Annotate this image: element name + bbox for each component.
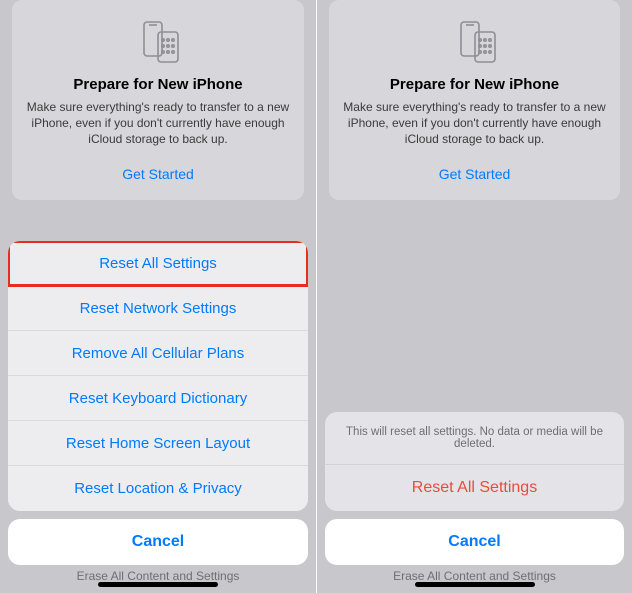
background-row-peek: Erase All Content and Settings bbox=[8, 569, 308, 583]
confirm-box: This will reset all settings. No data or… bbox=[325, 412, 624, 511]
devices-icon bbox=[26, 18, 290, 66]
reset-location-privacy-option[interactable]: Reset Location & Privacy bbox=[8, 466, 308, 511]
prepare-title: Prepare for New iPhone bbox=[26, 76, 290, 93]
reset-options-list: Reset All Settings Reset Network Setting… bbox=[8, 241, 308, 511]
cancel-label: Cancel bbox=[132, 533, 184, 551]
reset-action-sheet: Reset All Settings Reset Network Setting… bbox=[0, 241, 316, 593]
option-label: Reset All Settings bbox=[99, 255, 217, 272]
devices-icon bbox=[343, 18, 606, 66]
get-started-link[interactable]: Get Started bbox=[26, 166, 290, 182]
option-label: Reset Home Screen Layout bbox=[66, 435, 250, 452]
option-label: Reset Network Settings bbox=[80, 300, 237, 317]
confirm-action-sheet: This will reset all settings. No data or… bbox=[317, 412, 632, 593]
prepare-body: Make sure everything's ready to transfer… bbox=[26, 99, 290, 148]
option-label: Remove All Cellular Plans bbox=[72, 345, 245, 362]
confirm-reset-all-settings-button[interactable]: Reset All Settings bbox=[325, 465, 624, 511]
reset-keyboard-dictionary-option[interactable]: Reset Keyboard Dictionary bbox=[8, 376, 308, 421]
screen-reset-options: Prepare for New iPhone Make sure everyth… bbox=[0, 0, 316, 593]
prepare-card: Prepare for New iPhone Make sure everyth… bbox=[329, 0, 620, 200]
confirm-action-label: Reset All Settings bbox=[412, 479, 537, 497]
remove-cellular-plans-option[interactable]: Remove All Cellular Plans bbox=[8, 331, 308, 376]
home-indicator[interactable] bbox=[98, 582, 218, 587]
cancel-button[interactable]: Cancel bbox=[325, 519, 624, 565]
confirm-message: This will reset all settings. No data or… bbox=[325, 412, 624, 465]
option-label: Reset Keyboard Dictionary bbox=[69, 390, 247, 407]
reset-network-settings-option[interactable]: Reset Network Settings bbox=[8, 286, 308, 331]
background-row-peek: Erase All Content and Settings bbox=[325, 569, 624, 583]
prepare-card: Prepare for New iPhone Make sure everyth… bbox=[12, 0, 304, 200]
cancel-button[interactable]: Cancel bbox=[8, 519, 308, 565]
prepare-title: Prepare for New iPhone bbox=[343, 76, 606, 93]
option-label: Reset Location & Privacy bbox=[74, 480, 242, 497]
prepare-body: Make sure everything's ready to transfer… bbox=[343, 99, 606, 148]
screen-confirm-reset: Prepare for New iPhone Make sure everyth… bbox=[316, 0, 632, 593]
reset-home-screen-layout-option[interactable]: Reset Home Screen Layout bbox=[8, 421, 308, 466]
reset-all-settings-option[interactable]: Reset All Settings bbox=[8, 241, 308, 286]
cancel-label: Cancel bbox=[448, 533, 500, 551]
get-started-link[interactable]: Get Started bbox=[343, 166, 606, 182]
home-indicator[interactable] bbox=[415, 582, 535, 587]
